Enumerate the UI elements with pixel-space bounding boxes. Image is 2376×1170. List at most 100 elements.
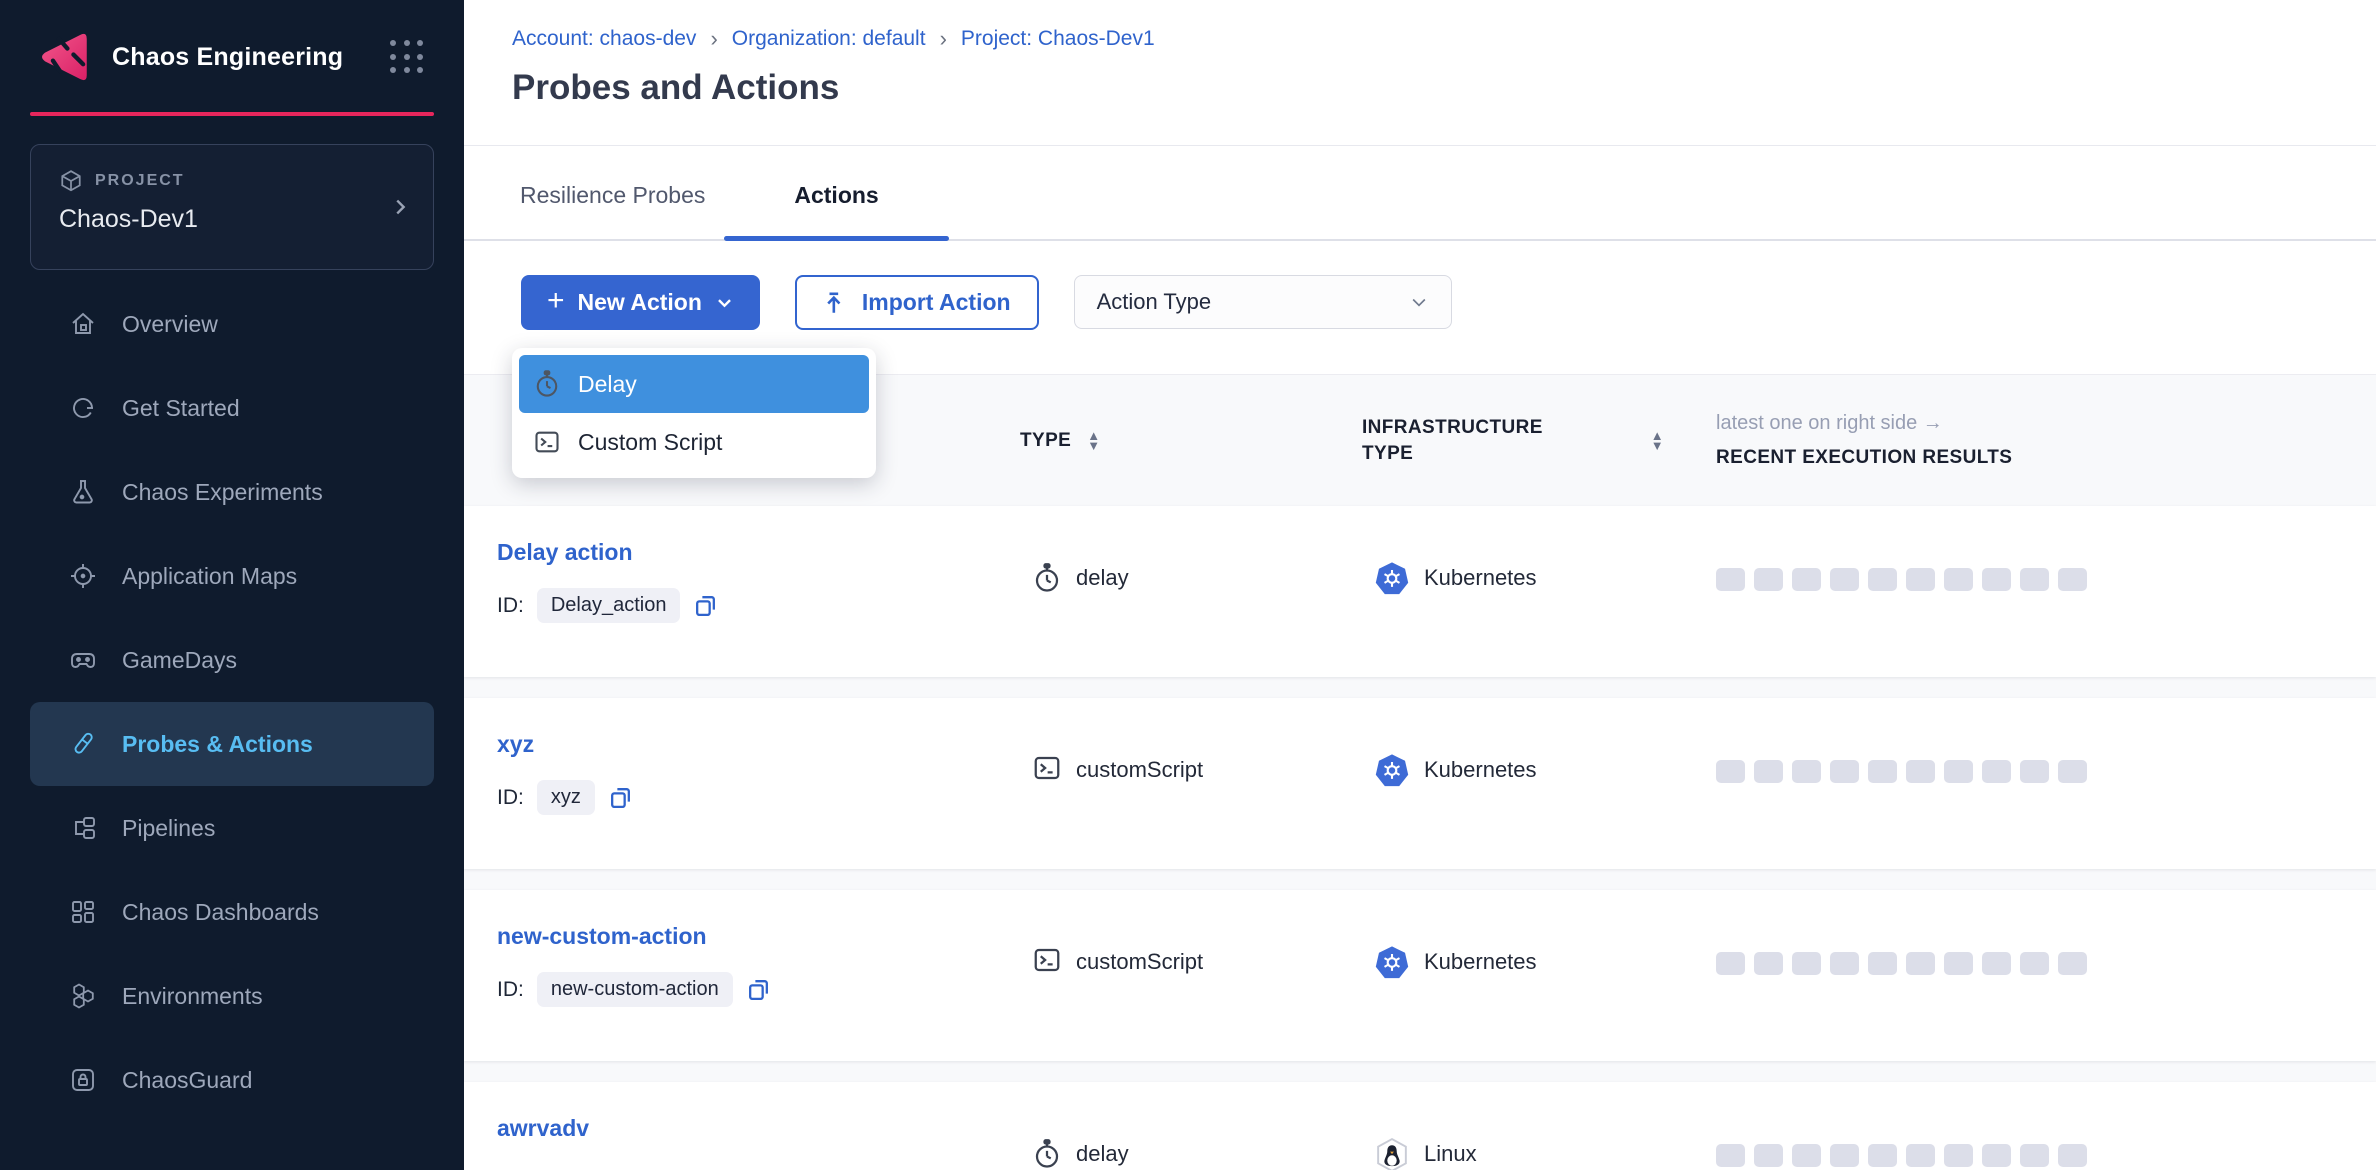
execution-result-placeholder <box>1906 568 1935 591</box>
breadcrumb-project-link[interactable]: Project: Chaos-Dev1 <box>961 27 1155 51</box>
import-action-button[interactable]: Import Action <box>795 275 1039 330</box>
execution-result-placeholder <box>1830 1144 1859 1167</box>
execution-result-placeholder <box>1944 760 1973 783</box>
recent-execution-results <box>1716 890 2346 1061</box>
execution-result-placeholder <box>1982 760 2011 783</box>
execution-result-placeholder <box>1982 568 2011 591</box>
sidebar-item-label: Chaos Dashboards <box>122 899 319 926</box>
table-row: Delay action ID: Delay_action <box>464 506 2376 677</box>
home-icon <box>68 309 98 339</box>
table-row: xyz ID: xyz custom <box>464 698 2376 869</box>
execution-result-placeholder <box>1716 952 1745 975</box>
lock-shield-icon <box>68 1065 98 1095</box>
sidebar-item-probes-actions[interactable]: Probes & Actions <box>30 702 434 786</box>
execution-result-placeholder <box>1716 760 1745 783</box>
brand-divider <box>30 112 434 116</box>
chevron-right-icon <box>389 196 411 218</box>
app-title: Chaos Engineering <box>112 43 343 72</box>
terminal-icon <box>1032 945 1062 975</box>
actions-table: TYPE ▲▼ INFRASTRUCTURE TYPE ▲▼ latest on… <box>464 374 2376 1170</box>
new-action-button[interactable]: + New Action <box>521 275 760 330</box>
sidebar-item-get-started[interactable]: Get Started <box>30 366 434 450</box>
copy-icon[interactable] <box>746 977 771 1002</box>
execution-result-placeholder <box>1754 1144 1783 1167</box>
execution-result-placeholder <box>1944 1144 1973 1167</box>
plus-icon: + <box>547 286 565 316</box>
project-name: Chaos-Dev1 <box>59 205 409 234</box>
infrastructure-cell: Kubernetes <box>1362 698 1716 869</box>
infrastructure-cell: Linux <box>1362 1082 1716 1170</box>
terminal-icon <box>533 428 561 456</box>
menu-item-delay[interactable]: Delay <box>519 355 869 413</box>
sidebar-item-pipelines[interactable]: Pipelines <box>30 786 434 870</box>
stopwatch-icon <box>533 369 561 399</box>
sidebar-item-label: Overview <box>122 311 218 338</box>
tab-resilience-probes[interactable]: Resilience Probes <box>520 182 705 239</box>
new-action-menu: Delay Custom Script <box>512 348 876 478</box>
cube-icon <box>59 169 83 193</box>
action-name-link[interactable]: xyz <box>497 731 534 758</box>
chevron-down-icon <box>715 293 734 312</box>
recent-execution-results <box>1716 506 2346 677</box>
chevron-down-icon <box>1409 292 1429 312</box>
execution-result-placeholder <box>2058 568 2087 591</box>
execution-result-placeholder <box>1792 1144 1821 1167</box>
execution-result-placeholder <box>1754 952 1783 975</box>
execution-result-placeholder <box>1716 568 1745 591</box>
breadcrumb-organization-link[interactable]: Organization: default <box>732 27 926 51</box>
app-window: Chaos Engineering PROJECT Chaos-Dev1 <box>0 0 2376 1170</box>
action-type-cell: customScript <box>1020 890 1362 1061</box>
table-header-infrastructure: INFRASTRUCTURE TYPE ▲▼ <box>1362 415 1716 466</box>
test-tube-icon <box>68 729 98 759</box>
copy-icon[interactable] <box>608 785 633 810</box>
project-selector[interactable]: PROJECT Chaos-Dev1 <box>30 144 434 270</box>
copy-icon[interactable] <box>693 593 718 618</box>
sidebar-item-chaos-dashboards[interactable]: Chaos Dashboards <box>30 870 434 954</box>
sidebar-item-chaosguard[interactable]: ChaosGuard <box>30 1038 434 1122</box>
breadcrumb-separator: › <box>710 26 717 52</box>
execution-result-placeholder <box>1754 568 1783 591</box>
action-name-link[interactable]: Delay action <box>497 539 633 566</box>
execution-result-placeholder <box>1906 760 1935 783</box>
action-id-value: xyz <box>537 780 595 815</box>
tab-actions[interactable]: Actions <box>724 182 948 239</box>
sidebar-item-overview[interactable]: Overview <box>30 282 434 366</box>
tab-bar: Resilience Probes Actions <box>464 146 2376 241</box>
action-name-link[interactable]: awrvadv <box>497 1115 589 1142</box>
execution-result-placeholder <box>1868 952 1897 975</box>
chaos-logo-icon <box>36 28 94 86</box>
page-title: Probes and Actions <box>512 68 2376 108</box>
table-row: new-custom-action ID: new-custom-action <box>464 890 2376 1061</box>
sidebar-item-chaos-experiments[interactable]: Chaos Experiments <box>30 450 434 534</box>
recent-execution-results <box>1716 698 2346 869</box>
breadcrumb-account-link[interactable]: Account: chaos-dev <box>512 27 696 51</box>
sort-arrows-icon[interactable]: ▲▼ <box>1087 431 1100 450</box>
execution-result-placeholder <box>1792 568 1821 591</box>
execution-result-placeholder <box>1906 952 1935 975</box>
kubernetes-icon <box>1374 561 1410 597</box>
progress-circle-icon <box>68 393 98 423</box>
menu-item-custom-script[interactable]: Custom Script <box>519 413 869 471</box>
infrastructure-cell: Kubernetes <box>1362 890 1716 1061</box>
sort-arrows-icon[interactable]: ▲▼ <box>1651 431 1664 450</box>
sidebar-item-gamedays[interactable]: GameDays <box>30 618 434 702</box>
results-hint: latest one on right side → <box>1716 412 2346 435</box>
sidebar-item-label: ChaosGuard <box>122 1067 252 1094</box>
linux-icon <box>1374 1137 1410 1170</box>
action-name-link[interactable]: new-custom-action <box>497 923 707 950</box>
action-id-value: new-custom-action <box>537 972 733 1007</box>
hexagons-icon <box>68 981 98 1011</box>
table-header-results: latest one on right side → RECENT EXECUT… <box>1716 412 2346 469</box>
app-switcher-grid-icon[interactable] <box>390 40 424 74</box>
execution-result-placeholder <box>1830 952 1859 975</box>
infrastructure-cell: Kubernetes <box>1362 506 1716 677</box>
breadcrumb: Account: chaos-dev › Organization: defau… <box>512 26 2376 52</box>
stopwatch-icon <box>1032 1137 1062 1170</box>
execution-result-placeholder <box>1982 1144 2011 1167</box>
pipelines-icon <box>68 813 98 843</box>
execution-result-placeholder <box>1792 760 1821 783</box>
sidebar-item-environments[interactable]: Environments <box>30 954 434 1038</box>
sidebar-item-application-maps[interactable]: Application Maps <box>30 534 434 618</box>
execution-result-placeholder <box>1944 952 1973 975</box>
action-type-select[interactable]: Action Type <box>1074 275 1452 329</box>
